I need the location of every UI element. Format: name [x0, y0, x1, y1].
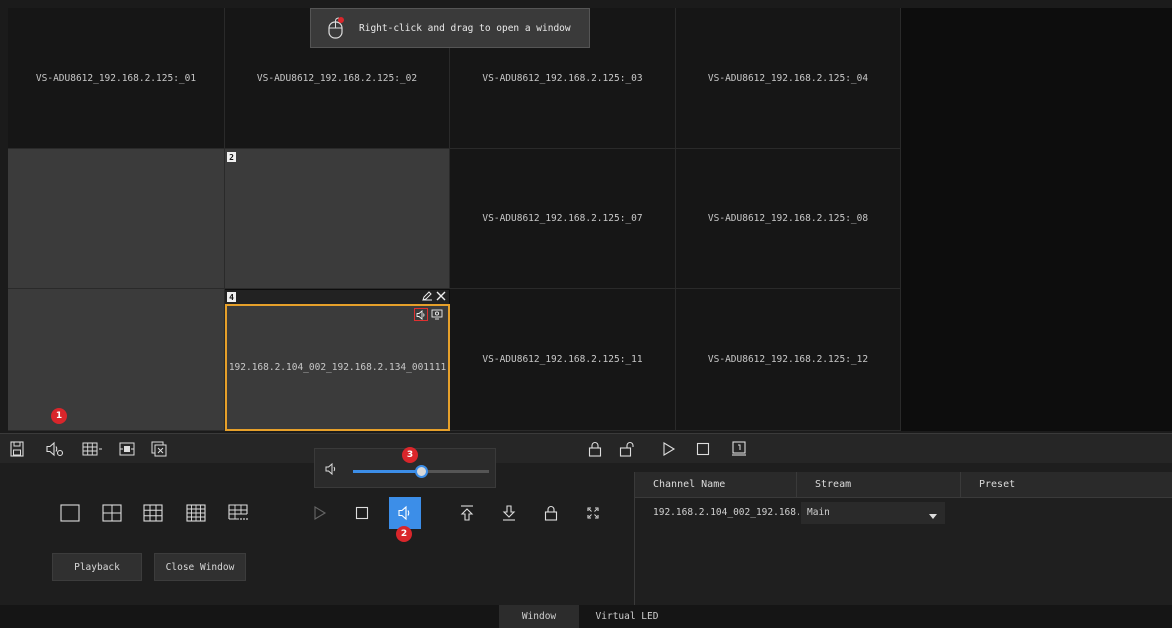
stop-icon[interactable]	[694, 440, 712, 458]
stream-selected-value: Main	[807, 507, 830, 518]
mouse-icon	[325, 16, 351, 40]
column-header-preset[interactable]: Preset	[961, 472, 1172, 498]
volume-speaker-icon	[325, 462, 339, 479]
fullscreen-button[interactable]	[578, 498, 608, 528]
close-icon[interactable]	[435, 290, 447, 305]
layout-custom-button[interactable]	[223, 498, 253, 528]
video-tile-04[interactable]: VS-ADU8612_192.168.2.125:_04	[676, 8, 901, 149]
step-badge-3: 3	[402, 447, 418, 463]
video-tile-11[interactable]: VS-ADU8612_192.168.2.125:_11	[450, 289, 676, 431]
upload-button[interactable]	[452, 498, 482, 528]
layout-3x3-button[interactable]	[138, 498, 168, 528]
step-badge-1: 1	[51, 408, 67, 424]
speaker-icon[interactable]	[414, 308, 428, 321]
window-4-header: 4	[225, 290, 449, 304]
toolbar	[0, 433, 1172, 463]
bottom-tab-bar: Window Virtual LED	[0, 605, 1172, 628]
tab-window[interactable]: Window	[499, 605, 579, 628]
volume-slider-handle[interactable]	[415, 465, 428, 478]
edit-icon[interactable]	[421, 290, 433, 305]
close-all-windows-icon[interactable]	[150, 440, 168, 458]
video-tile-12[interactable]: VS-ADU8612_192.168.2.125:_12	[676, 289, 901, 431]
video-window-3[interactable]	[8, 289, 225, 431]
save-icon[interactable]	[8, 440, 26, 458]
tab-virtual-led[interactable]: Virtual LED	[587, 605, 667, 628]
chevron-down-icon	[929, 511, 937, 522]
video-tile-08[interactable]: VS-ADU8612_192.168.2.125:_08	[676, 149, 901, 289]
layout-grid-dropdown-icon[interactable]	[82, 440, 104, 458]
window-number-badge: 4	[227, 292, 236, 302]
table-row[interactable]: 192.168.2.104_002_192.168.2 Main	[635, 502, 1172, 524]
step-badge-2: 2	[396, 526, 412, 542]
video-tile-07[interactable]: VS-ADU8612_192.168.2.125:_07	[450, 149, 676, 289]
video-window-1[interactable]	[8, 149, 225, 289]
preset-cell	[961, 502, 1161, 524]
volume-slider[interactable]	[353, 465, 489, 478]
playback-button[interactable]: Playback	[52, 553, 142, 581]
video-tile-01[interactable]: VS-ADU8612_192.168.2.125:_01	[8, 8, 225, 149]
audio-settings-icon[interactable]	[46, 440, 64, 458]
stream-select[interactable]: Main	[801, 502, 945, 524]
play-button[interactable]	[305, 498, 335, 528]
stop-button[interactable]	[347, 498, 377, 528]
channel-name-cell: 192.168.2.104_002_192.168.2	[653, 507, 799, 518]
drag-hint-tooltip: Right-click and drag to open a window	[310, 8, 590, 48]
column-header-stream[interactable]: Stream	[797, 472, 961, 498]
download-button[interactable]	[494, 498, 524, 528]
video-window-4-selected[interactable]: 192.168.2.104_002_192.168.2.134_001111	[225, 304, 450, 431]
video-window-2[interactable]: 2	[225, 149, 450, 289]
layout-2x2-button[interactable]	[97, 498, 127, 528]
lock-icon[interactable]	[586, 440, 604, 458]
table-header: Channel Name Stream Preset	[635, 472, 1172, 498]
channel-table: Channel Name Stream Preset 192.168.2.104…	[634, 472, 1172, 605]
layout-4x4-button[interactable]	[181, 498, 211, 528]
window-number-badge: 2	[227, 152, 236, 162]
close-window-button[interactable]: Close Window	[154, 553, 246, 581]
volume-slider-fill	[353, 470, 421, 473]
screen-wall-icon[interactable]	[730, 440, 748, 458]
play-icon[interactable]	[660, 440, 678, 458]
hint-text: Right-click and drag to open a window	[359, 22, 571, 34]
unlock-icon[interactable]	[618, 440, 636, 458]
window-fit-icon[interactable]	[118, 440, 136, 458]
column-header-channel-name[interactable]: Channel Name	[635, 472, 797, 498]
audio-button[interactable]	[389, 497, 421, 529]
monitor-icon[interactable]	[430, 308, 444, 321]
lock-button[interactable]	[536, 498, 566, 528]
layout-1x1-button[interactable]	[55, 498, 85, 528]
